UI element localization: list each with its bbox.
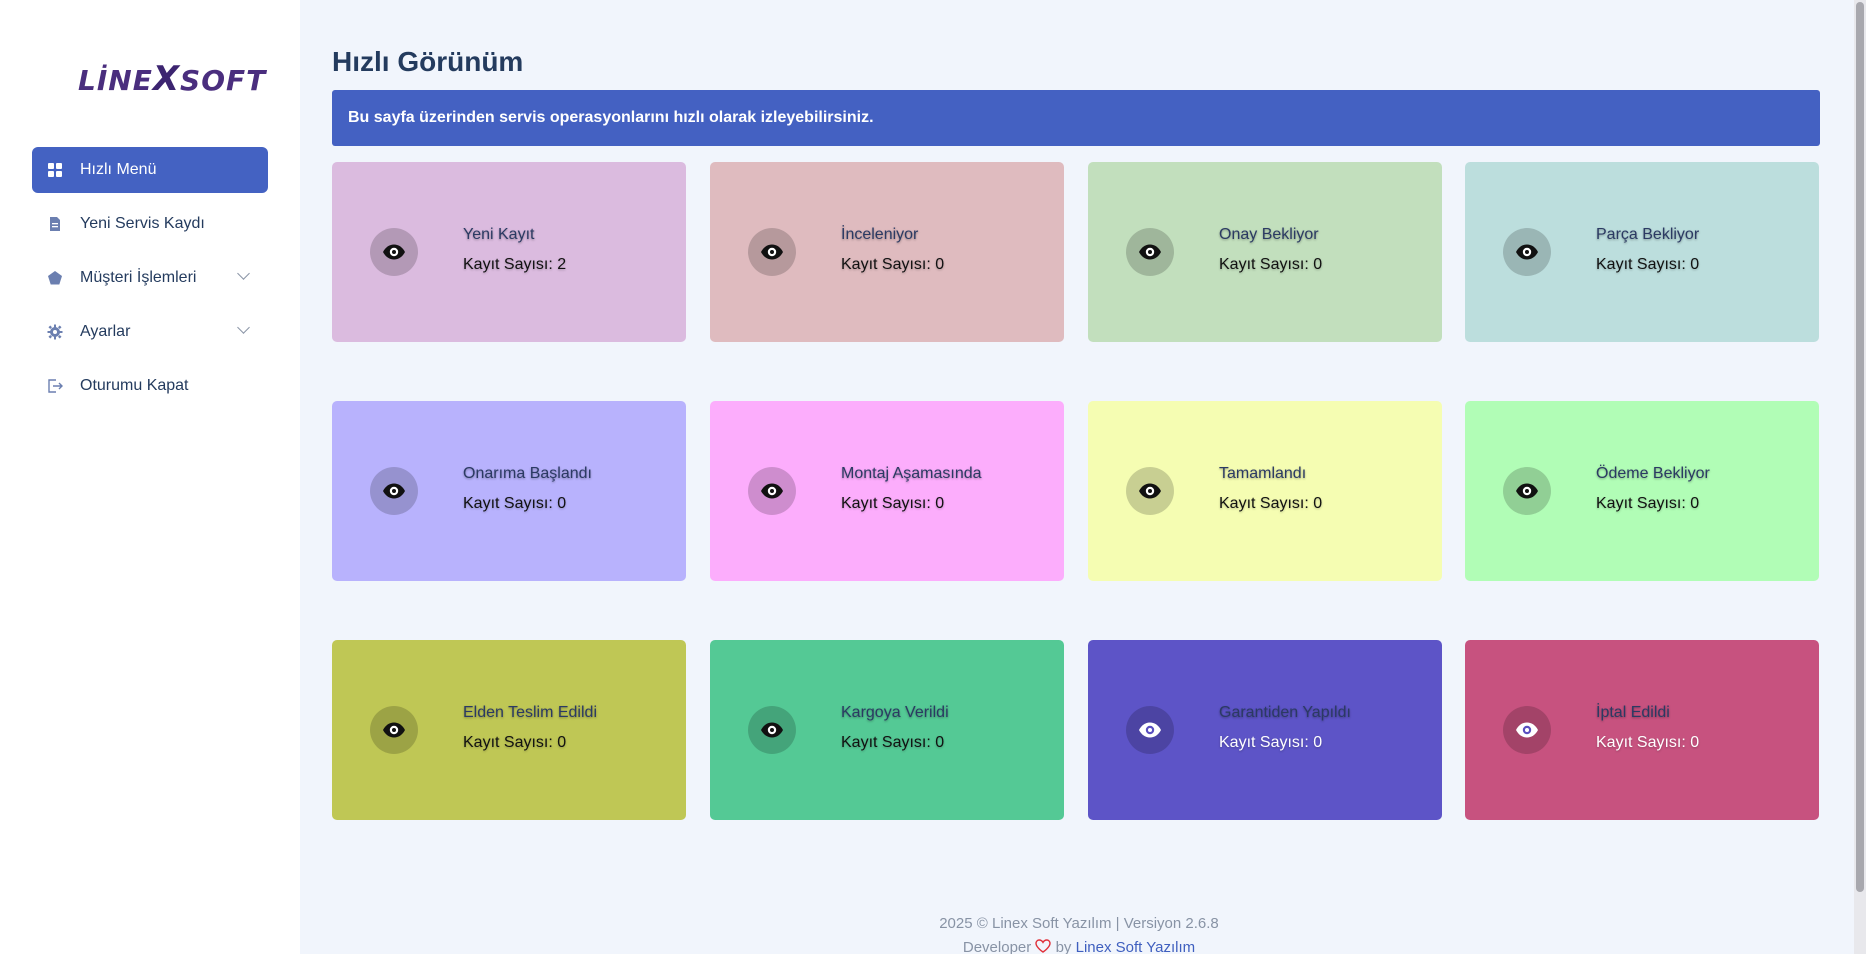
eye-icon [761, 722, 783, 738]
status-card-title: Parça Bekliyor [1596, 226, 1700, 243]
status-card[interactable]: Onarıma Başlandı Kayıt Sayısı: 0 [332, 401, 686, 581]
sidebar-item-label: Müşteri İşlemleri [80, 269, 197, 286]
status-card-title: Tamamlandı [1219, 465, 1307, 482]
eye-icon [761, 483, 783, 499]
view-icon-circle[interactable] [1503, 706, 1551, 754]
document-icon [50, 217, 60, 231]
gear-icon [47, 324, 63, 340]
logout-icon [48, 379, 63, 393]
view-icon-circle[interactable] [748, 467, 796, 515]
view-icon-circle[interactable] [1126, 467, 1174, 515]
eye-icon [761, 244, 783, 260]
sidebar-item-label: Yeni Servis Kaydı [80, 215, 205, 232]
status-card-count: Kayıt Sayısı: 0 [463, 734, 567, 751]
status-card[interactable]: Montaj Aşamasında Kayıt Sayısı: 0 [710, 401, 1064, 581]
view-icon-circle[interactable] [370, 228, 418, 276]
heart-icon [1035, 939, 1052, 953]
status-card[interactable]: Tamamlandı Kayıt Sayısı: 0 [1088, 401, 1442, 581]
status-card-title: Yeni Kayıt [463, 226, 535, 243]
view-icon-circle[interactable] [1503, 228, 1551, 276]
view-icon-circle[interactable] [370, 467, 418, 515]
status-card-title: Onay Bekliyor [1219, 226, 1319, 243]
status-card[interactable]: Ödeme Bekliyor Kayıt Sayısı: 0 [1465, 401, 1819, 581]
sidebar: LİNEXSOFT Hızlı Menü Yeni Servis Kaydı M… [0, 0, 300, 954]
eye-icon [1139, 722, 1161, 738]
sidebar-item-label: Ayarlar [80, 323, 131, 340]
status-card-count: Kayıt Sayısı: 0 [1596, 734, 1700, 751]
view-icon-circle[interactable] [1126, 706, 1174, 754]
footer: 2025 © Linex Soft Yazılım | Versiyon 2.6… [300, 912, 1858, 954]
eye-icon [383, 483, 405, 499]
status-card[interactable]: İptal Edildi Kayıt Sayısı: 0 [1465, 640, 1819, 820]
eye-icon [383, 722, 405, 738]
eye-icon [1516, 483, 1538, 499]
pentagon-icon [48, 271, 62, 285]
footer-company-link[interactable]: Linex Soft Yazılım [1076, 939, 1196, 954]
scrollbar-thumb[interactable] [1856, 2, 1864, 892]
status-card-title: Montaj Aşamasında [841, 465, 982, 482]
status-card-count: Kayıt Sayısı: 0 [1596, 495, 1700, 512]
status-card-title: Ödeme Bekliyor [1596, 465, 1710, 482]
page-scrollbar[interactable] [1854, 0, 1866, 954]
view-icon-circle[interactable] [370, 706, 418, 754]
sidebar-item-hizli-menu[interactable]: Hızlı Menü [32, 147, 268, 193]
status-card-count: Kayıt Sayısı: 2 [463, 256, 567, 273]
grid-icon [48, 163, 62, 177]
sidebar-item-ayarlar[interactable]: Ayarlar [32, 309, 268, 355]
eye-icon [1516, 244, 1538, 260]
sidebar-item-label: Oturumu Kapat [80, 377, 189, 394]
status-card-count: Kayıt Sayısı: 0 [463, 495, 567, 512]
footer-copyright: 2025 © Linex Soft Yazılım | Versiyon 2.6… [939, 915, 1219, 932]
eye-icon [1516, 722, 1538, 738]
sidebar-item-yeni-servis-kaydi[interactable]: Yeni Servis Kaydı [32, 201, 268, 247]
status-card[interactable]: Parça Bekliyor Kayıt Sayısı: 0 [1465, 162, 1819, 342]
footer-developer: Developer by Linex Soft Yazılım [962, 939, 1196, 954]
status-card-count: Kayıt Sayısı: 0 [1219, 495, 1323, 512]
chevron-down-icon[interactable] [237, 321, 250, 334]
eye-icon [1139, 244, 1161, 260]
status-card-count: Kayıt Sayısı: 0 [1219, 256, 1323, 273]
status-card[interactable]: Elden Teslim Edildi Kayıt Sayısı: 0 [332, 640, 686, 820]
status-card-title: İptal Edildi [1596, 704, 1670, 721]
status-card-count: Kayıt Sayısı: 0 [841, 734, 945, 751]
view-icon-circle[interactable] [1126, 228, 1174, 276]
status-card[interactable]: Yeni Kayıt Kayıt Sayısı: 2 [332, 162, 686, 342]
status-card[interactable]: Kargoya Verildi Kayıt Sayısı: 0 [710, 640, 1064, 820]
page-title: Hızlı Görünüm [332, 46, 524, 77]
status-card-title: İnceleniyor [841, 226, 919, 243]
view-icon-circle[interactable] [1503, 467, 1551, 515]
status-card[interactable]: Garantiden Yapıldı Kayıt Sayısı: 0 [1088, 640, 1442, 820]
status-card-count: Kayıt Sayısı: 0 [1596, 256, 1700, 273]
status-card-title: Elden Teslim Edildi [463, 704, 597, 721]
logo[interactable]: LİNEXSOFT [78, 58, 265, 100]
sidebar-item-label: Hızlı Menü [80, 161, 157, 178]
eye-icon [383, 244, 405, 260]
eye-icon [1139, 483, 1161, 499]
status-card-title: Garantiden Yapıldı [1219, 704, 1351, 721]
status-card-count: Kayıt Sayısı: 0 [1219, 734, 1323, 751]
sidebar-item-musteri-islemleri[interactable]: Müşteri İşlemleri [32, 255, 268, 301]
sidebar-menu: Hızlı Menü Yeni Servis Kaydı Müşteri İşl… [32, 147, 268, 417]
view-icon-circle[interactable] [748, 706, 796, 754]
status-card-title: Kargoya Verildi [841, 704, 949, 721]
status-card-title: Onarıma Başlandı [463, 465, 592, 482]
status-card[interactable]: İnceleniyor Kayıt Sayısı: 0 [710, 162, 1064, 342]
status-card[interactable]: Onay Bekliyor Kayıt Sayısı: 0 [1088, 162, 1442, 342]
status-card-count: Kayıt Sayısı: 0 [841, 495, 945, 512]
sidebar-item-oturumu-kapat[interactable]: Oturumu Kapat [32, 363, 268, 409]
status-card-count: Kayıt Sayısı: 0 [841, 256, 945, 273]
info-banner: Bu sayfa üzerinden servis operasyonların… [332, 90, 1820, 146]
chevron-down-icon[interactable] [237, 267, 250, 280]
view-icon-circle[interactable] [748, 228, 796, 276]
